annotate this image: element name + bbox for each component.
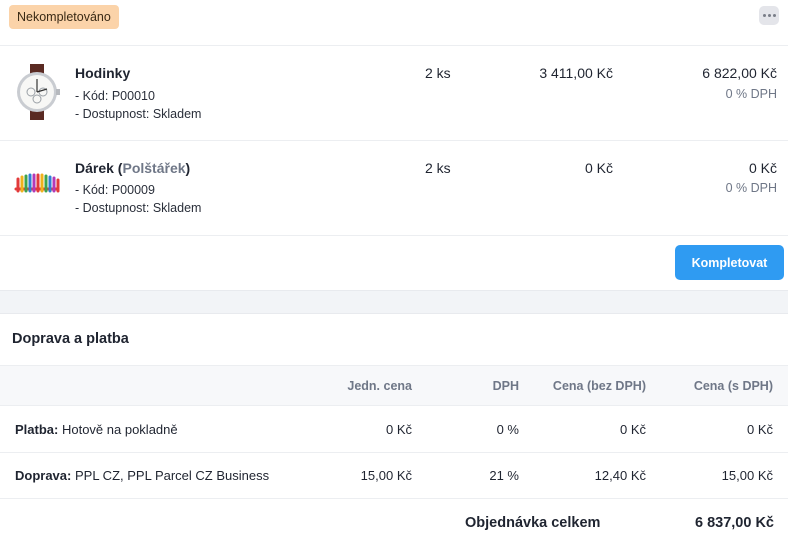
more-options-icon[interactable] — [759, 6, 779, 25]
row-gross-price: 15,00 Kč — [721, 468, 773, 483]
section-title: Doprava a platba — [12, 331, 129, 347]
watch-icon — [17, 64, 60, 120]
header-net-price: Cena (bez DPH) — [552, 379, 646, 393]
item-code: - Kód: P00010 — [75, 89, 155, 103]
item-vat: 0 % DPH — [725, 87, 777, 101]
row-label: Platba: Hotově na pokladně — [15, 422, 178, 437]
table-row: Platba: Hotově na pokladně 0 Kč 0 % 0 Kč… — [0, 407, 788, 453]
row-vat: 21 % — [489, 468, 519, 483]
item-unit-price: 3 411,00 Kč — [539, 65, 613, 81]
section-separator — [0, 290, 788, 314]
row-net-price: 12,40 Kč — [594, 468, 646, 483]
divider — [0, 235, 788, 236]
table-row: Doprava: PPL CZ, PPL Parcel CZ Business … — [0, 453, 788, 499]
item-meta: - Kód: P00009 - Dostupnost: Skladem — [75, 181, 201, 217]
item-meta: - Kód: P00010 - Dostupnost: Skladem — [75, 87, 201, 123]
order-item: Hodinky - Kód: P00010 - Dostupnost: Skla… — [0, 46, 788, 140]
item-vat: 0 % DPH — [725, 181, 777, 195]
item-availability: - Dostupnost: Skladem — [75, 201, 202, 215]
order-total-value: 6 837,00 Kč — [694, 515, 774, 531]
item-unit-price: 0 Kč — [584, 160, 613, 176]
item-total: 0 Kč — [748, 160, 777, 176]
item-variant: Polštářek — [122, 160, 186, 176]
order-total-label: Objednávka celkem — [465, 515, 601, 531]
item-name[interactable]: Hodinky — [75, 65, 130, 81]
item-code: - Kód: P00009 — [75, 183, 155, 197]
row-label: Doprava: PPL CZ, PPL Parcel CZ Business — [15, 468, 270, 483]
pillow-icon — [14, 173, 60, 193]
item-name[interactable]: Dárek (Polštářek) — [75, 160, 190, 176]
header-gross-price: Cena (s DPH) — [693, 379, 773, 393]
item-quantity: 2 ks — [425, 160, 451, 176]
complete-button[interactable]: Kompletovat — [675, 245, 784, 280]
row-unit-price: 15,00 Kč — [360, 468, 412, 483]
table-header: Jedn. cena DPH Cena (bez DPH) Cena (s DP… — [0, 365, 788, 406]
item-availability: - Dostupnost: Skladem — [75, 107, 202, 121]
item-total: 6 822,00 Kč — [702, 65, 777, 81]
row-vat: 0 % — [496, 422, 519, 437]
header-unit-price: Jedn. cena — [347, 379, 412, 393]
item-quantity: 2 ks — [425, 65, 451, 81]
row-unit-price: 0 Kč — [385, 422, 412, 437]
row-gross-price: 0 Kč — [746, 422, 773, 437]
status-badge: Nekompletováno — [9, 5, 119, 29]
order-item: Dárek (Polštářek) - Kód: P00009 - Dostup… — [0, 141, 788, 235]
header-vat: DPH — [492, 379, 519, 393]
row-net-price: 0 Kč — [619, 422, 646, 437]
